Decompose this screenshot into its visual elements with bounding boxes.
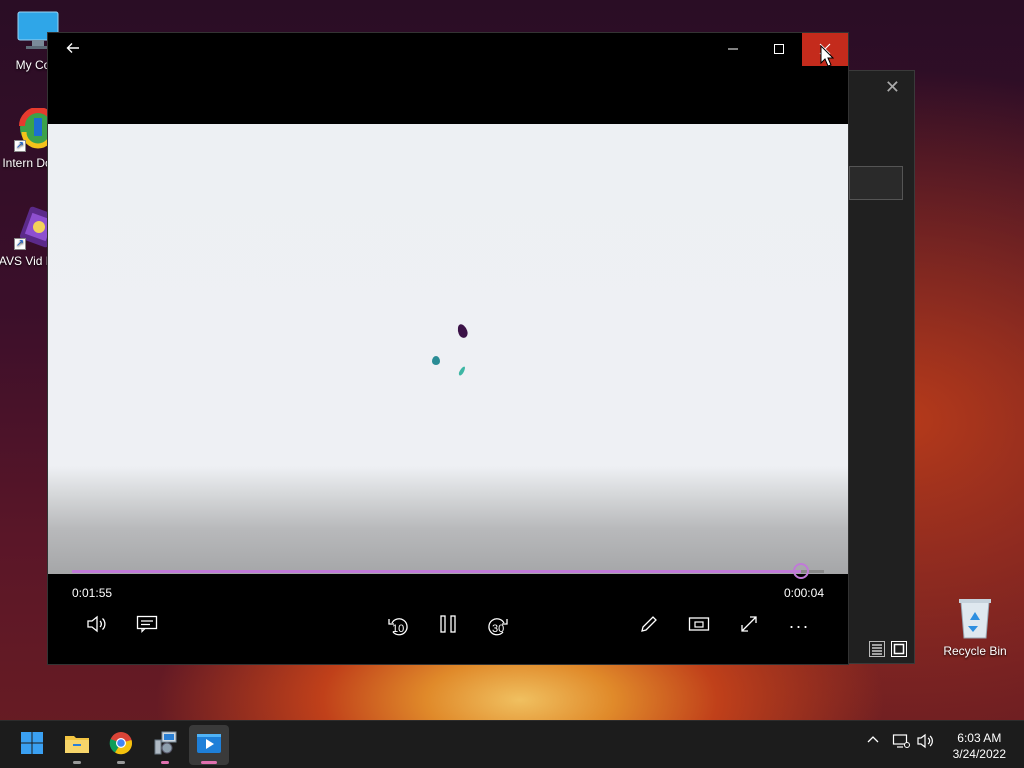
seek-bar-fill [72, 570, 802, 573]
miniplayer-icon [688, 616, 710, 637]
pen-icon [639, 614, 659, 639]
pause-icon [438, 614, 458, 639]
skip-forward-label: 30 [492, 623, 505, 635]
background-window[interactable]: ✕ [840, 70, 915, 664]
maximize-icon [773, 42, 785, 58]
show-hidden-icons-button[interactable] [866, 733, 880, 752]
minimize-button[interactable] [710, 33, 756, 66]
clock-date: 3/24/2022 [952, 747, 1006, 761]
fullscreen-icon [739, 614, 759, 639]
shortcut-arrow-icon: ↗ [14, 238, 26, 250]
media-player-icon [196, 731, 222, 760]
windows-start-icon [20, 731, 44, 760]
volume-button[interactable] [79, 611, 115, 641]
desktop-icon-label: Recycle Bin [943, 644, 1007, 658]
seek-bar-thumb[interactable] [793, 563, 810, 579]
running-indicator [161, 761, 169, 764]
file-explorer-icon [64, 732, 90, 759]
shortcut-arrow-icon: ↗ [14, 140, 26, 152]
network-icon [892, 734, 910, 753]
skip-back-label: 10 [392, 623, 405, 635]
volume-icon [86, 615, 108, 638]
skip-back-button[interactable]: 10 [380, 611, 416, 641]
desktop-icon-recycle-bin[interactable]: Recycle Bin [935, 596, 1015, 658]
seek-bar[interactable] [72, 563, 824, 579]
captions-button[interactable] [129, 611, 165, 641]
volume-tray-button[interactable] [917, 733, 935, 754]
start-button[interactable] [12, 725, 52, 765]
back-button[interactable] [50, 33, 96, 66]
remaining-time: 0:00:04 [783, 586, 824, 600]
more-options-button[interactable]: ··· [781, 611, 817, 641]
running-indicator [117, 761, 125, 764]
edit-button[interactable] [631, 611, 667, 641]
video-frame[interactable] [48, 124, 848, 574]
chevron-up-icon [866, 734, 880, 751]
network-tool-icon [152, 730, 178, 761]
video-petal-purple [455, 322, 470, 340]
captions-icon [136, 615, 158, 638]
details-view-icon[interactable] [869, 641, 885, 657]
running-indicator [201, 761, 217, 764]
minimize-icon [727, 42, 739, 58]
more-icon: ··· [788, 615, 810, 636]
chrome-icon [109, 731, 133, 760]
skip-forward-button[interactable]: 30 [480, 611, 516, 641]
back-arrow-icon [66, 41, 80, 58]
maximize-button[interactable] [756, 33, 802, 66]
thumbnail-view-icon[interactable] [891, 641, 907, 657]
miniplayer-button[interactable] [681, 611, 717, 641]
volume-icon [917, 733, 935, 753]
background-window-field[interactable] [849, 166, 903, 200]
taskbar-media-player[interactable] [189, 725, 229, 765]
recycle-bin-icon [953, 596, 997, 640]
taskbar-chrome[interactable] [101, 725, 141, 765]
clock-time: 6:03 AM [957, 731, 1002, 745]
taskbar-network-tool[interactable] [145, 725, 185, 765]
taskbar-clock[interactable]: 6:03 AM 3/24/2022 [953, 730, 1006, 762]
taskbar: 6:03 AM 3/24/2022 [0, 720, 1024, 768]
mouse-cursor-icon [820, 44, 835, 72]
taskbar-file-explorer[interactable] [57, 725, 97, 765]
video-petal-teal [432, 356, 440, 365]
fullscreen-button[interactable] [731, 611, 767, 641]
close-icon[interactable]: ✕ [885, 77, 900, 98]
current-time: 0:01:55 [72, 586, 113, 600]
media-player-window[interactable]: 0:01:55 0:00:04 10 30 ··· [47, 32, 849, 665]
network-status-button[interactable] [892, 733, 910, 754]
running-indicator [73, 761, 81, 764]
video-petal-green [457, 365, 467, 377]
pause-button[interactable] [430, 611, 466, 641]
